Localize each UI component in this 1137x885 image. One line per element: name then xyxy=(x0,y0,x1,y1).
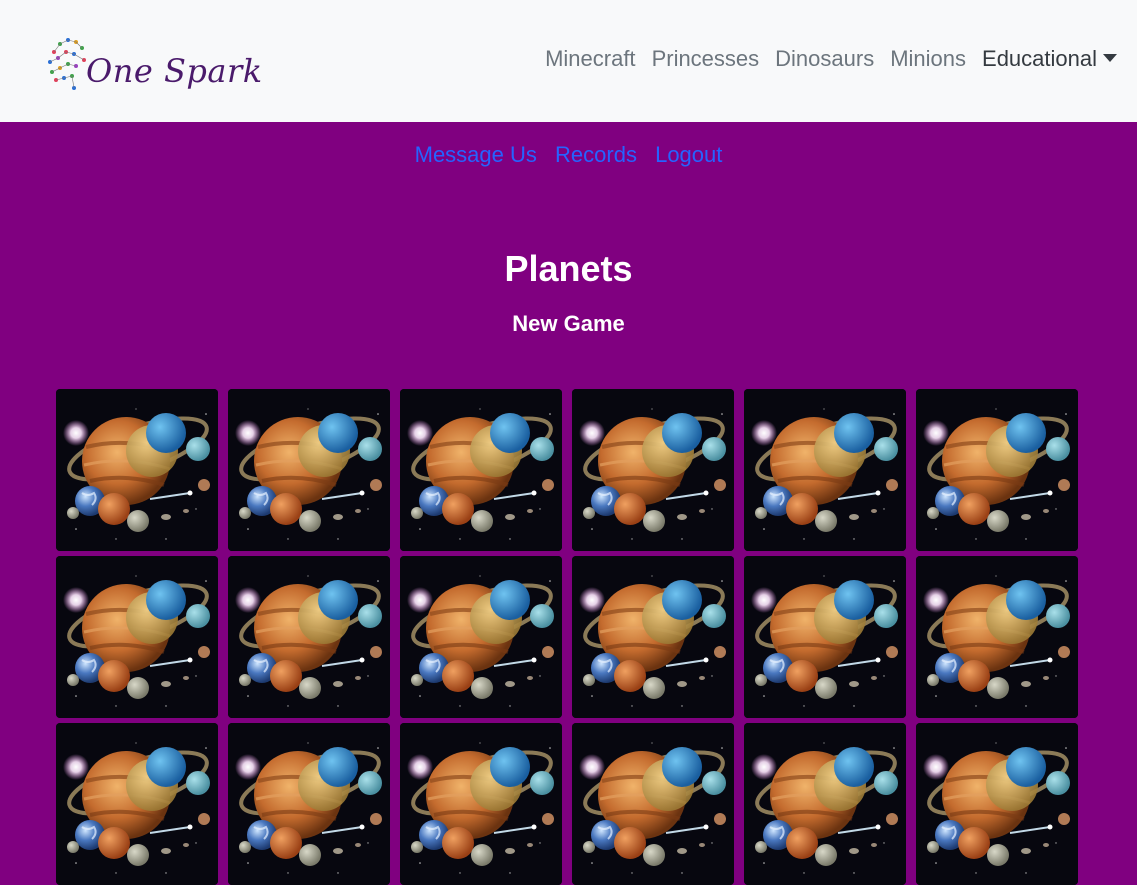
nav-item-minions[interactable]: Minions xyxy=(890,46,966,72)
memory-card[interactable] xyxy=(400,389,562,551)
planets-card-image xyxy=(572,556,734,718)
memory-card[interactable] xyxy=(916,389,1078,551)
new-game-button[interactable]: New Game xyxy=(0,311,1137,337)
planets-card-image xyxy=(400,723,562,885)
planets-card-image xyxy=(916,389,1078,551)
secondary-nav: Message Us Records Logout xyxy=(0,142,1137,168)
planets-card-image xyxy=(572,389,734,551)
top-navbar: One Spark Minecraft Princesses Dinosaurs… xyxy=(0,0,1137,122)
planets-card-image xyxy=(744,556,906,718)
nav-menu: Minecraft Princesses Dinosaurs Minions E… xyxy=(545,46,1117,72)
planets-card-image xyxy=(56,723,218,885)
nav-item-dinosaurs[interactable]: Dinosaurs xyxy=(775,46,874,72)
records-link[interactable]: Records xyxy=(555,142,637,167)
planets-card-image xyxy=(916,723,1078,885)
nav-item-princesses[interactable]: Princesses xyxy=(652,46,760,72)
memory-card[interactable] xyxy=(744,556,906,718)
memory-card[interactable] xyxy=(56,723,218,885)
brand-name: One Spark xyxy=(86,52,263,90)
planets-card-image xyxy=(56,556,218,718)
planets-card-image xyxy=(400,556,562,718)
memory-card[interactable] xyxy=(56,389,218,551)
planets-card-image xyxy=(400,389,562,551)
nav-item-minecraft[interactable]: Minecraft xyxy=(545,46,635,72)
brand-link[interactable]: One Spark xyxy=(44,32,262,100)
planets-card-image xyxy=(228,723,390,885)
memory-card[interactable] xyxy=(744,389,906,551)
logout-link[interactable]: Logout xyxy=(655,142,722,167)
planets-card-image xyxy=(228,389,390,551)
planets-card-image xyxy=(56,389,218,551)
memory-card[interactable] xyxy=(56,556,218,718)
memory-card[interactable] xyxy=(228,556,390,718)
memory-card[interactable] xyxy=(916,723,1078,885)
memory-card[interactable] xyxy=(572,723,734,885)
nav-dropdown-label: Educational xyxy=(982,46,1097,71)
planets-card-image xyxy=(744,723,906,885)
nav-dropdown-educational[interactable]: Educational xyxy=(982,46,1117,72)
planets-card-image xyxy=(916,556,1078,718)
memory-card[interactable] xyxy=(228,389,390,551)
caret-down-icon xyxy=(1103,54,1117,62)
memory-card[interactable] xyxy=(400,556,562,718)
message-us-link[interactable]: Message Us xyxy=(415,142,537,167)
game-title: Planets xyxy=(504,248,633,289)
planets-card-image xyxy=(228,556,390,718)
planets-card-image xyxy=(744,389,906,551)
memory-card[interactable] xyxy=(228,723,390,885)
memory-card[interactable] xyxy=(400,723,562,885)
memory-card[interactable] xyxy=(572,556,734,718)
memory-card[interactable] xyxy=(744,723,906,885)
planets-card-image xyxy=(572,723,734,885)
memory-card[interactable] xyxy=(572,389,734,551)
memory-card[interactable] xyxy=(916,556,1078,718)
